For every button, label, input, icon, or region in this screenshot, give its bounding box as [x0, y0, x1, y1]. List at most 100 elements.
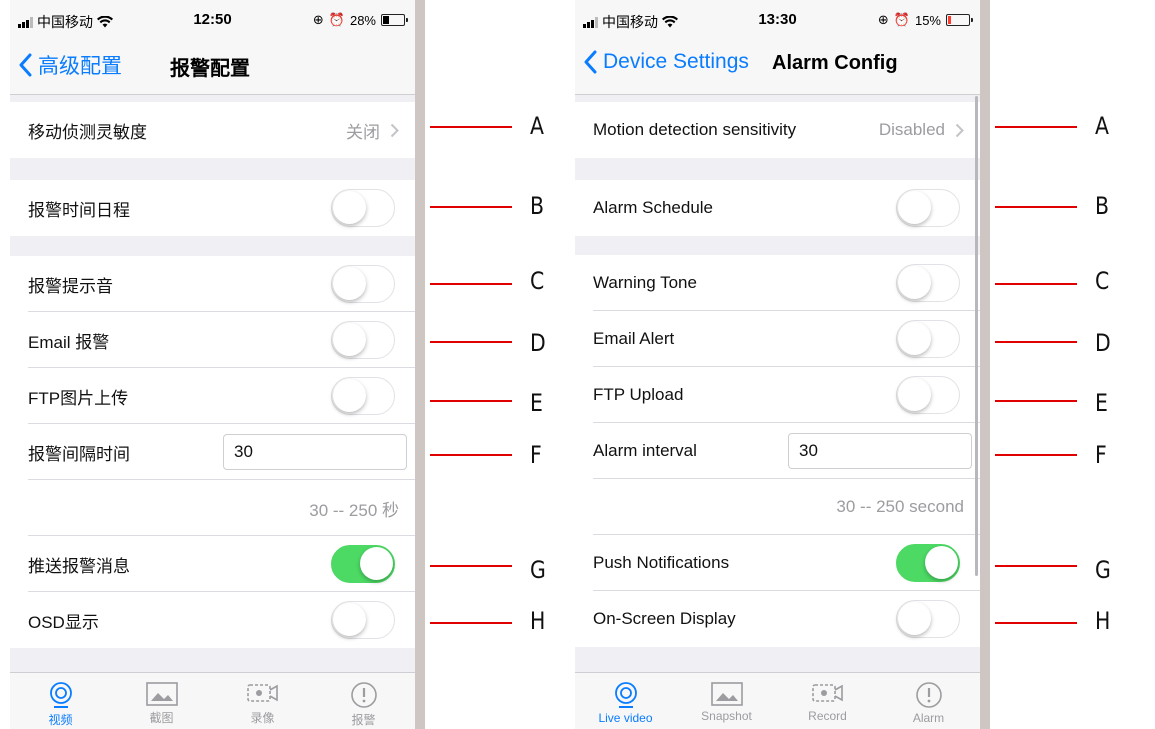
ftp-upload-label: FTP Upload: [593, 385, 684, 404]
annotation-line: [995, 622, 1077, 624]
annotation-line: [995, 454, 1077, 456]
interval-range-hint: 30 -- 250 second: [836, 497, 964, 516]
divider-strip: [980, 0, 990, 729]
scroll-indicator[interactable]: [975, 96, 978, 576]
chevron-left-icon: [584, 50, 597, 74]
tab-alarm[interactable]: 报警: [313, 673, 414, 729]
right-phone-screen: 中国移动 13:30 ⊕ ⏰ 15% Device Settings Alarm…: [575, 0, 980, 729]
alarm-interval-input[interactable]: [223, 434, 407, 470]
push-notifications-label: Push Notifications: [593, 553, 730, 572]
push-notifications-toggle[interactable]: [896, 544, 960, 582]
annotation-letter-e: E: [1095, 389, 1108, 417]
tab-label: 报警: [351, 713, 376, 727]
ftp-upload-row: FTP Upload: [575, 367, 980, 423]
osd-toggle[interactable]: [331, 601, 395, 639]
alarm-interval-label: Alarm interval: [593, 441, 697, 460]
osd-row: OSD显示: [10, 592, 415, 648]
left-phone-screen: 中国移动 12:50 ⊕ ⏰ 28% 高级配置 报警配置 移动侦测灵敏度 关闭 …: [10, 0, 415, 729]
annotation-line: [995, 283, 1077, 285]
status-bar: 中国移动 13:30 ⊕ ⏰ 15%: [575, 0, 980, 36]
tab-label: Live video: [598, 711, 653, 725]
page-title: Alarm Config: [772, 52, 898, 74]
image-icon: [145, 682, 178, 706]
annotation-line: [430, 565, 512, 567]
annotation-line: [995, 126, 1077, 128]
annotation-line: [430, 206, 512, 208]
osd-label: OSD显示: [28, 612, 99, 632]
email-alert-row: Email 报警: [10, 312, 415, 368]
tab-snapshot[interactable]: 截图: [111, 673, 212, 729]
alarm-schedule-row: 报警时间日程: [10, 180, 415, 236]
page-title: 报警配置: [170, 58, 250, 80]
warning-tone-label: Warning Tone: [593, 273, 697, 292]
tab-live-video[interactable]: 视频: [10, 673, 111, 729]
email-alert-row: Email Alert: [575, 311, 980, 367]
alert-icon: [350, 682, 377, 708]
alarm-schedule-row: Alarm Schedule: [575, 180, 980, 236]
back-button[interactable]: Device Settings: [583, 50, 749, 74]
alarm-schedule-toggle[interactable]: [331, 189, 395, 227]
annotation-letter-a: A: [1095, 112, 1109, 140]
alarm-interval-input[interactable]: [788, 433, 972, 469]
tab-live-video[interactable]: Live video: [575, 673, 676, 729]
tab-label: Record: [808, 709, 847, 723]
annotation-letter-d: D: [1095, 329, 1111, 357]
chevron-right-icon: [390, 123, 399, 137]
email-alert-toggle[interactable]: [331, 321, 395, 359]
annotation-line: [430, 341, 512, 343]
status-bar: 中国移动 12:50 ⊕ ⏰ 28%: [10, 0, 415, 36]
navigation-bar: Device Settings Alarm Config: [575, 36, 980, 95]
annotation-letter-h: H: [1095, 607, 1111, 635]
annotation-letter-d: D: [530, 329, 546, 357]
warning-tone-toggle[interactable]: [331, 265, 395, 303]
tab-record[interactable]: 录像: [212, 673, 313, 729]
back-button[interactable]: 高级配置: [18, 50, 122, 80]
push-notifications-row: 推送报警消息: [10, 536, 415, 592]
tab-snapshot[interactable]: Snapshot: [676, 673, 777, 729]
motion-sensitivity-row[interactable]: Motion detection sensitivity Disabled: [575, 102, 980, 158]
battery-percent: 28%: [349, 12, 376, 28]
annotation-letter-f: F: [1095, 441, 1107, 469]
motion-sensitivity-value: Disabled: [878, 120, 945, 139]
video-camera-icon: [246, 684, 278, 702]
email-alert-toggle[interactable]: [896, 320, 960, 358]
divider-strip: [415, 0, 425, 729]
ftp-upload-toggle[interactable]: [896, 376, 960, 414]
chevron-left-icon: [19, 53, 32, 77]
interval-range-hint: 30 -- 250 秒: [309, 500, 399, 520]
annotation-letter-c: C: [530, 267, 545, 295]
chevron-right-icon: [955, 123, 964, 137]
warning-tone-toggle[interactable]: [896, 264, 960, 302]
annotation-line: [995, 341, 1077, 343]
ftp-upload-toggle[interactable]: [331, 377, 395, 415]
annotation-line: [430, 454, 512, 456]
tab-record[interactable]: Record: [777, 673, 878, 729]
annotation-letter-h: H: [530, 607, 546, 635]
tab-alarm[interactable]: Alarm: [878, 673, 979, 729]
tab-label: Alarm: [912, 711, 945, 725]
warning-tone-row: 报警提示音: [10, 256, 415, 312]
alarm-clock-icon: ⏰: [328, 12, 345, 27]
annotation-letter-b: B: [530, 192, 544, 220]
osd-toggle[interactable]: [896, 600, 960, 638]
tab-bar: Live video Snapshot Record Alarm: [575, 672, 980, 729]
alarm-schedule-toggle[interactable]: [896, 189, 960, 227]
alarm-interval-row: Alarm interval: [575, 423, 980, 479]
push-notifications-toggle[interactable]: [331, 545, 395, 583]
motion-sensitivity-value-group: 关闭: [346, 118, 399, 143]
osd-row: On-Screen Display: [575, 591, 980, 647]
alarm-schedule-label: 报警时间日程: [28, 200, 130, 220]
motion-sensitivity-label: 移动侦测灵敏度: [28, 122, 147, 142]
back-label: Device Settings: [603, 50, 749, 73]
email-alert-label: Email Alert: [593, 329, 675, 348]
tab-label: 截图: [149, 711, 174, 725]
annotation-letter-a: A: [530, 112, 544, 140]
annotation-letter-f: F: [530, 441, 542, 469]
warning-tone-label: 报警提示音: [28, 276, 113, 296]
motion-sensitivity-row[interactable]: 移动侦测灵敏度 关闭: [10, 102, 415, 158]
tab-label: Snapshot: [701, 709, 752, 723]
annotation-line: [995, 206, 1077, 208]
alarm-interval-row: 报警间隔时间: [10, 424, 415, 480]
tab-bar: 视频 截图 录像 报警: [10, 672, 415, 729]
interval-range-row: 30 -- 250 second: [575, 479, 980, 535]
